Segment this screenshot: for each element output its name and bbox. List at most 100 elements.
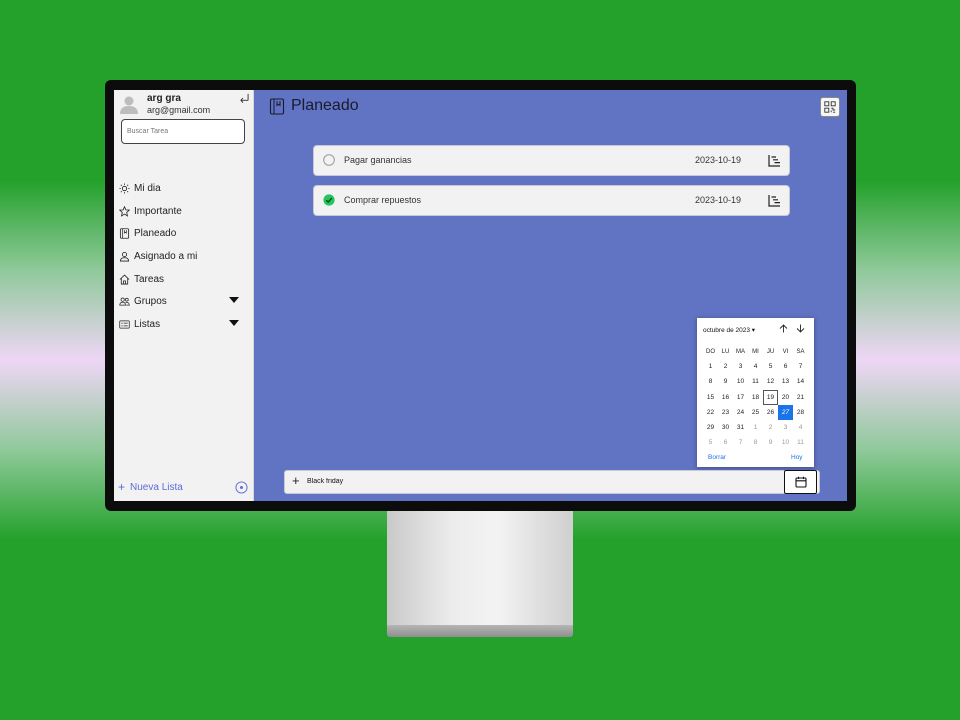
add-task-bar: +: [284, 470, 820, 494]
calendar-day[interactable]: 21: [793, 390, 808, 405]
calendar-month-select[interactable]: octubre de 2023 ▾: [703, 326, 755, 334]
calendar-day[interactable]: 17: [733, 390, 748, 405]
new-list-label: Nueva Lista: [130, 481, 183, 493]
calendar-day[interactable]: 2: [718, 359, 733, 374]
calendar-day[interactable]: 3: [778, 420, 793, 435]
calendar-day[interactable]: 2: [763, 420, 778, 435]
calendar-today-button[interactable]: Hoy: [791, 454, 803, 461]
task-date: 2023-10-19: [695, 155, 742, 165]
monitor-stand: [387, 505, 573, 627]
due-date-button[interactable]: [784, 470, 817, 494]
calendar-day[interactable]: 12: [763, 374, 778, 389]
plus-icon[interactable]: +: [292, 474, 300, 488]
calendar-day[interactable]: 11: [793, 435, 808, 450]
star-icon: [119, 205, 130, 217]
sidebar-item-mi-dia[interactable]: Mi dia: [119, 179, 249, 197]
search-input[interactable]: [121, 119, 245, 144]
weekday-header: LU: [721, 348, 730, 355]
calendar-day[interactable]: 29: [703, 420, 718, 435]
chevron-down-icon[interactable]: [229, 320, 239, 326]
plus-icon: +: [118, 480, 126, 494]
calendar-day[interactable]: 1: [748, 420, 763, 435]
calendar-day[interactable]: 22: [703, 405, 718, 420]
new-list-button[interactable]: + Nueva Lista: [118, 480, 183, 494]
calendar-day[interactable]: 16: [718, 390, 733, 405]
calendar-day[interactable]: 7: [733, 435, 748, 450]
add-circle-icon[interactable]: [235, 481, 248, 494]
sidebar-item-label: Importante: [134, 205, 182, 217]
sidebar-item-planeado[interactable]: Planeado: [119, 224, 249, 242]
planner-icon: [269, 97, 285, 115]
task-date: 2023-10-19: [695, 195, 742, 205]
sun-icon: [119, 182, 130, 194]
task-details-icon[interactable]: [768, 154, 781, 167]
sidebar-item-label: Mi dia: [134, 182, 161, 194]
sidebar-item-listas[interactable]: Listas: [119, 315, 249, 333]
page-title-text: Planeado: [291, 97, 359, 114]
planner-icon: [119, 227, 130, 239]
calendar-day[interactable]: 13: [778, 374, 793, 389]
calendar-day[interactable]: 15: [703, 390, 718, 405]
sidebar-item-label: Grupos: [134, 295, 167, 307]
calendar-day[interactable]: 23: [718, 405, 733, 420]
sidebar-item-grupos[interactable]: Grupos: [119, 292, 249, 310]
calendar-day[interactable]: 5: [763, 359, 778, 374]
weekday-header: JU: [766, 348, 775, 355]
sidebar-item-tareas[interactable]: Tareas: [119, 270, 249, 288]
task-item[interactable]: Comprar repuestos 2023-10-19: [313, 185, 790, 216]
calendar-day[interactable]: 18: [748, 390, 763, 405]
check-circle-icon[interactable]: [323, 194, 335, 206]
arrow-up-icon[interactable]: [779, 324, 788, 333]
sidebar-item-asignado[interactable]: Asignado a mi: [119, 247, 249, 265]
calendar-day[interactable]: 24: [733, 405, 748, 420]
task-title: Pagar ganancias: [344, 155, 412, 165]
list-icon: [119, 319, 130, 329]
user-name: arg gra: [147, 93, 181, 104]
person-icon: [119, 251, 130, 261]
date-picker-popup: octubre de 2023 ▾ DO LU MA MI JU VI SA 1 2 3 4 5 6 7 8…: [697, 318, 814, 467]
qr-code-button[interactable]: [820, 97, 840, 117]
page-title: Planeado: [269, 97, 359, 115]
calendar-clear-button[interactable]: Borrar: [708, 454, 726, 461]
calendar-day[interactable]: 8: [748, 435, 763, 450]
calendar-day[interactable]: 11: [748, 374, 763, 389]
calendar-day[interactable]: 5: [703, 435, 718, 450]
arrow-down-icon[interactable]: [796, 324, 805, 333]
calendar-day[interactable]: 28: [793, 405, 808, 420]
calendar-day[interactable]: 6: [718, 435, 733, 450]
task-details-icon[interactable]: [768, 194, 781, 207]
calendar-day[interactable]: 20: [778, 390, 793, 405]
calendar-day[interactable]: 9: [718, 374, 733, 389]
avatar-icon: [120, 96, 138, 114]
calendar-day[interactable]: 14: [793, 374, 808, 389]
calendar-day[interactable]: 6: [778, 359, 793, 374]
calendar-day[interactable]: 10: [733, 374, 748, 389]
calendar-day[interactable]: 3: [733, 359, 748, 374]
calendar-day[interactable]: 30: [718, 420, 733, 435]
add-task-input[interactable]: [307, 473, 777, 490]
weekday-header: SA: [796, 348, 805, 355]
calendar-day[interactable]: 27: [778, 404, 793, 420]
task-item[interactable]: Pagar ganancias 2023-10-19: [313, 145, 790, 176]
sidebar: arg gra arg@gmail.com Mi dia Importante …: [114, 90, 254, 501]
logout-icon[interactable]: [238, 93, 249, 104]
calendar-day[interactable]: 10: [778, 435, 793, 450]
calendar-grid: DO LU MA MI JU VI SA 1 2 3 4 5 6 7 8 9 10 11 12 13 14 15 16 17 1…: [703, 344, 808, 450]
chevron-down-icon[interactable]: [229, 297, 239, 303]
calendar-day[interactable]: 8: [703, 374, 718, 389]
monitor-stand-base: [387, 625, 573, 637]
calendar-day[interactable]: 25: [748, 405, 763, 420]
sidebar-item-label: Asignado a mi: [134, 250, 198, 262]
task-title: Comprar repuestos: [344, 195, 422, 205]
calendar-day[interactable]: 9: [763, 435, 778, 450]
sidebar-item-label: Listas: [134, 318, 161, 330]
calendar-day[interactable]: 31: [733, 420, 748, 435]
calendar-day[interactable]: 26: [763, 405, 778, 420]
calendar-day[interactable]: 4: [793, 420, 808, 435]
calendar-day[interactable]: 7: [793, 359, 808, 374]
calendar-day[interactable]: 4: [748, 359, 763, 374]
task-checkbox[interactable]: [323, 154, 335, 166]
calendar-day[interactable]: 1: [703, 359, 718, 374]
sidebar-item-importante[interactable]: Importante: [119, 202, 249, 220]
calendar-day[interactable]: 19: [763, 389, 778, 405]
